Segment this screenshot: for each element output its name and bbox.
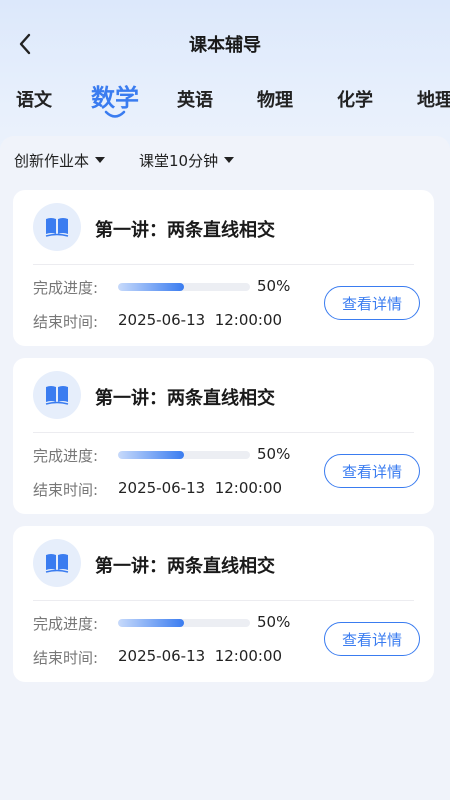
lesson-title: 第一讲：两条直线相交 — [95, 220, 275, 241]
duration-filter-label: 课堂10分钟 — [139, 151, 219, 170]
duration-filter[interactable]: 课堂10分钟 — [139, 148, 235, 172]
progress-fill — [118, 619, 184, 627]
caret-down-icon — [95, 157, 106, 163]
divider — [33, 600, 414, 601]
tab-geography[interactable]: 地理 — [417, 86, 450, 112]
caret-down-icon — [224, 157, 235, 163]
progress-label: 完成进度: — [33, 447, 99, 465]
progress-fill — [118, 283, 184, 291]
end-time-label: 结束时间: — [33, 649, 99, 667]
end-time-value: 2025-06-13 12:00:00 — [118, 479, 283, 497]
view-details-button[interactable]: 查看详情 — [324, 454, 420, 488]
tab-english[interactable]: 英语 — [177, 86, 213, 112]
progress-label: 完成进度: — [33, 615, 99, 633]
progress-percent: 50% — [257, 277, 291, 295]
progress-fill — [118, 451, 184, 459]
progress-bar — [118, 451, 250, 459]
view-details-button[interactable]: 查看详情 — [324, 286, 420, 320]
lesson-title: 第一讲：两条直线相交 — [95, 556, 275, 577]
lesson-card[interactable]: 第一讲：两条直线相交 完成进度: 50% 结束时间: 2025-06-13 12… — [13, 358, 434, 514]
divider — [33, 432, 414, 433]
lesson-card[interactable]: 第一讲：两条直线相交 完成进度: 50% 结束时间: 2025-06-13 12… — [13, 190, 434, 346]
progress-percent: 50% — [257, 445, 291, 463]
divider — [33, 264, 414, 265]
end-time-label: 结束时间: — [33, 481, 99, 499]
homework-filter-label: 创新作业本 — [14, 151, 90, 170]
open-book-icon — [33, 203, 81, 251]
navigation-bar: 课本辅导 — [0, 24, 450, 64]
progress-bar — [118, 619, 250, 627]
end-time-label: 结束时间: — [33, 313, 99, 331]
page-title: 课本辅导 — [189, 35, 261, 56]
active-tab-indicator — [104, 110, 126, 118]
open-book-icon — [33, 539, 81, 587]
tab-chinese[interactable]: 语文 — [16, 86, 52, 112]
homework-filter[interactable]: 创新作业本 — [14, 148, 106, 172]
progress-label: 完成进度: — [33, 279, 99, 297]
open-book-icon — [33, 371, 81, 419]
tab-chemistry[interactable]: 化学 — [337, 86, 373, 112]
end-time-value: 2025-06-13 12:00:00 — [118, 647, 283, 665]
progress-bar — [118, 283, 250, 291]
tab-math[interactable]: 数学 — [91, 78, 139, 113]
view-details-button[interactable]: 查看详情 — [324, 622, 420, 656]
lesson-card[interactable]: 第一讲：两条直线相交 完成进度: 50% 结束时间: 2025-06-13 12… — [13, 526, 434, 682]
filter-bar: 创新作业本 课堂10分钟 — [14, 148, 235, 172]
subject-tabs: 语文 数学 英语 物理 化学 地理 — [0, 76, 450, 122]
tab-physics[interactable]: 物理 — [257, 86, 293, 112]
progress-percent: 50% — [257, 613, 291, 631]
end-time-value: 2025-06-13 12:00:00 — [118, 311, 283, 329]
lesson-title: 第一讲：两条直线相交 — [95, 388, 275, 409]
